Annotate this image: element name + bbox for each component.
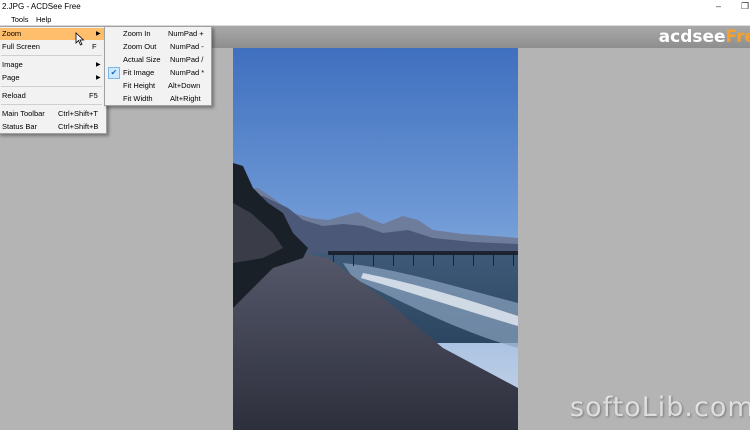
menu-item-status-bar[interactable]: Status Bar Ctrl+Shift+B (0, 121, 104, 133)
menu-item-fit-image[interactable]: ✔ Fit Image NumPad * (105, 67, 209, 79)
checkmark-icon: ✔ (108, 67, 120, 79)
menu-item-zoom[interactable]: Zoom ▶ (0, 28, 104, 40)
menu-separator (1, 104, 102, 105)
menu-bar: Tools Help (0, 14, 750, 26)
minimize-button[interactable]: – (716, 1, 721, 11)
menu-separator (1, 55, 102, 56)
view-menu: Zoom ▶ Full Screen F Image ▶ Page ▶ Relo… (0, 26, 107, 134)
mouse-cursor-icon (75, 32, 85, 46)
title-bar: 2.JPG - ACDSee Free – ❐ (0, 0, 750, 14)
window-title: 2.JPG - ACDSee Free (2, 2, 81, 11)
acdsee-logo: acdseeFre (658, 27, 750, 47)
menu-item-zoom-out[interactable]: Zoom Out NumPad - (105, 41, 209, 53)
restore-button[interactable]: ❐ (741, 1, 749, 12)
menu-tools[interactable]: Tools (11, 15, 29, 24)
menu-item-fit-height[interactable]: Fit Height Alt+Down (105, 80, 209, 92)
menu-item-image[interactable]: Image ▶ (0, 59, 104, 71)
menu-item-fit-width[interactable]: Fit Width Alt+Right (105, 93, 209, 105)
submenu-arrow-icon: ▶ (96, 31, 101, 37)
beach-photo (233, 48, 518, 430)
watermark-text: softoLib.com (570, 392, 750, 423)
menu-item-zoom-in[interactable]: Zoom In NumPad + (105, 28, 209, 40)
menu-separator (1, 86, 102, 87)
menu-item-actual-size[interactable]: Actual Size NumPad / (105, 54, 209, 66)
menu-item-reload[interactable]: Reload F5 (0, 90, 104, 102)
menu-help[interactable]: Help (36, 15, 51, 24)
zoom-submenu: Zoom In NumPad + Zoom Out NumPad - Actua… (104, 26, 212, 106)
photo-image (233, 48, 518, 430)
menu-item-page[interactable]: Page ▶ (0, 72, 104, 84)
menu-item-full-screen[interactable]: Full Screen F (0, 41, 104, 53)
submenu-arrow-icon: ▶ (96, 75, 101, 81)
submenu-arrow-icon: ▶ (96, 62, 101, 68)
menu-item-main-toolbar[interactable]: Main Toolbar Ctrl+Shift+T (0, 108, 104, 120)
